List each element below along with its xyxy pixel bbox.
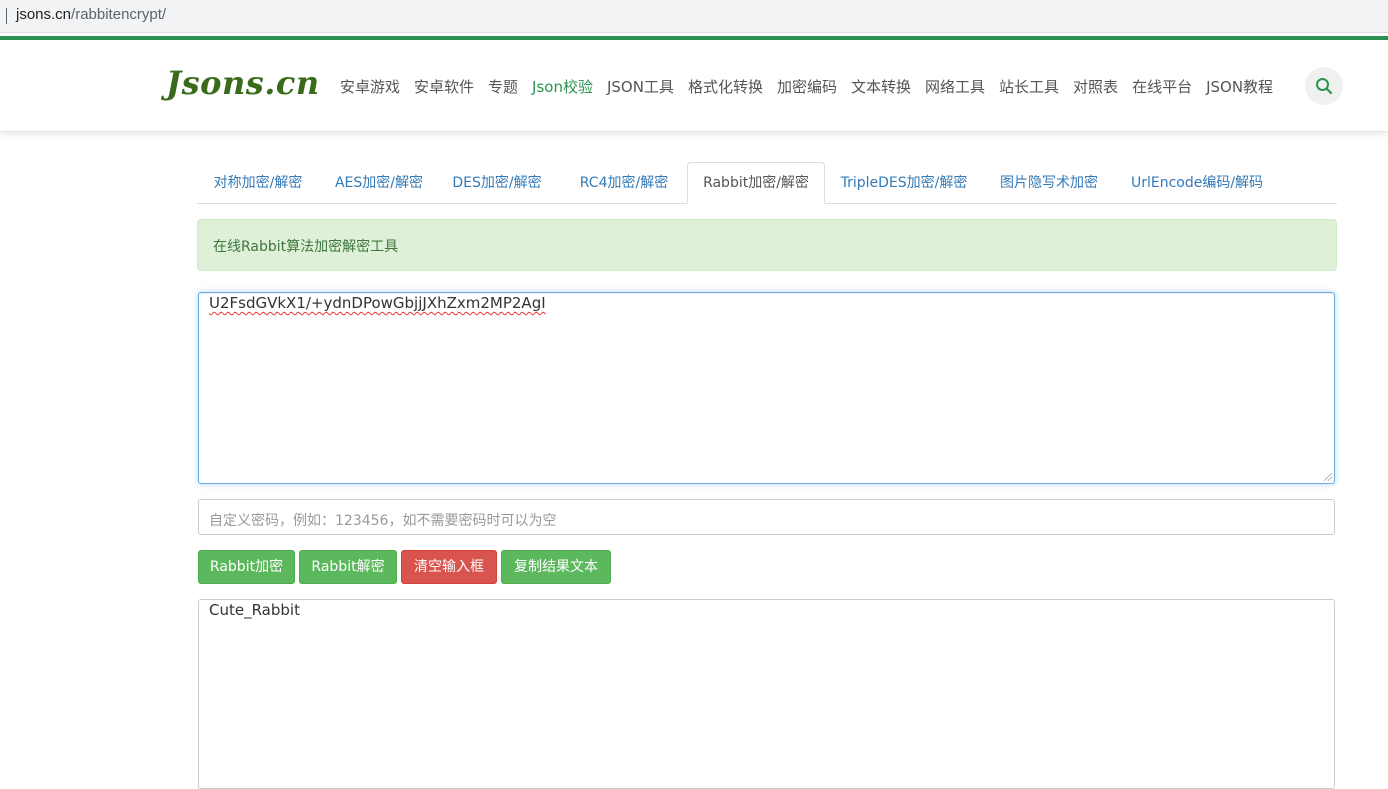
address-bar-url[interactable]: jsons.cn/rabbitencrypt/ <box>16 6 166 23</box>
info-alert: 在线Rabbit算法加密解密工具 <box>197 219 1337 271</box>
nav-item-online-platform[interactable]: 在线平台 <box>1132 76 1192 97</box>
input-text: U2FsdGVkX1/+ydnDPowGbjjJXhZxm2MP2AgI <box>209 294 546 312</box>
nav-item-android-software[interactable]: 安卓软件 <box>414 76 474 97</box>
site-header: Jsons.cn 安卓游戏 安卓软件 专题 Json校验 JSON工具 格式化转… <box>0 40 1388 132</box>
address-bar-caret <box>6 8 7 24</box>
rabbit-encrypt-button[interactable]: Rabbit加密 <box>198 550 295 584</box>
url-path: /rabbitencrypt/ <box>71 6 167 23</box>
tab-tripledes[interactable]: TripleDES加密/解密 <box>833 162 975 204</box>
url-host: jsons.cn <box>16 6 72 23</box>
password-input[interactable]: 自定义密码，例如：123456，如不需要密码时可以为空 <box>198 499 1335 535</box>
nav-item-network-tools[interactable]: 网络工具 <box>925 76 985 97</box>
resize-handle[interactable] <box>1324 473 1332 481</box>
copy-result-button[interactable]: 复制结果文本 <box>501 550 611 584</box>
site-logo[interactable]: Jsons.cn <box>166 64 320 102</box>
tab-symmetric[interactable]: 对称加密/解密 <box>197 162 319 204</box>
search-button[interactable] <box>1305 67 1343 105</box>
nav-item-reference-tables[interactable]: 对照表 <box>1073 76 1118 97</box>
nav-item-android-games[interactable]: 安卓游戏 <box>340 76 400 97</box>
clear-input-button[interactable]: 清空输入框 <box>401 550 497 584</box>
nav-item-json-tools[interactable]: JSON工具 <box>607 76 674 97</box>
rabbit-decrypt-button[interactable]: Rabbit解密 <box>299 550 397 584</box>
tab-aes[interactable]: AES加密/解密 <box>321 162 437 204</box>
nav-item-json-validate[interactable]: Json校验 <box>532 76 593 97</box>
tab-rabbit[interactable]: Rabbit加密/解密 <box>687 162 825 204</box>
tab-steganography[interactable]: 图片隐写术加密 <box>993 162 1105 204</box>
nav-item-webmaster-tools[interactable]: 站长工具 <box>999 76 1059 97</box>
alert-text: 在线Rabbit算法加密解密工具 <box>213 239 399 255</box>
tab-des[interactable]: DES加密/解密 <box>441 162 553 204</box>
output-textarea[interactable]: Cute_Rabbit <box>198 599 1335 789</box>
browser-address-bar[interactable]: jsons.cn/rabbitencrypt/ <box>0 0 1388 33</box>
password-placeholder: 自定义密码，例如：123456，如不需要密码时可以为空 <box>209 513 557 529</box>
output-text: Cute_Rabbit <box>209 601 300 619</box>
main-nav: 安卓游戏 安卓软件 专题 Json校验 JSON工具 格式化转换 加密编码 文本… <box>340 76 1287 97</box>
nav-item-format-convert[interactable]: 格式化转换 <box>688 76 763 97</box>
nav-item-text-convert[interactable]: 文本转换 <box>851 76 911 97</box>
tab-urlencode[interactable]: UrlEncode编码/解码 <box>1125 162 1269 204</box>
nav-item-encrypt-encode[interactable]: 加密编码 <box>777 76 837 97</box>
crypto-tabs: 对称加密/解密 AES加密/解密 DES加密/解密 RC4加密/解密 Rabbi… <box>197 162 1337 204</box>
nav-item-json-tutorial[interactable]: JSON教程 <box>1206 76 1273 97</box>
search-icon <box>1316 78 1333 95</box>
tab-rc4[interactable]: RC4加密/解密 <box>565 162 683 204</box>
input-textarea[interactable]: U2FsdGVkX1/+ydnDPowGbjjJXhZxm2MP2AgI <box>198 292 1335 484</box>
nav-item-topics[interactable]: 专题 <box>488 76 518 97</box>
